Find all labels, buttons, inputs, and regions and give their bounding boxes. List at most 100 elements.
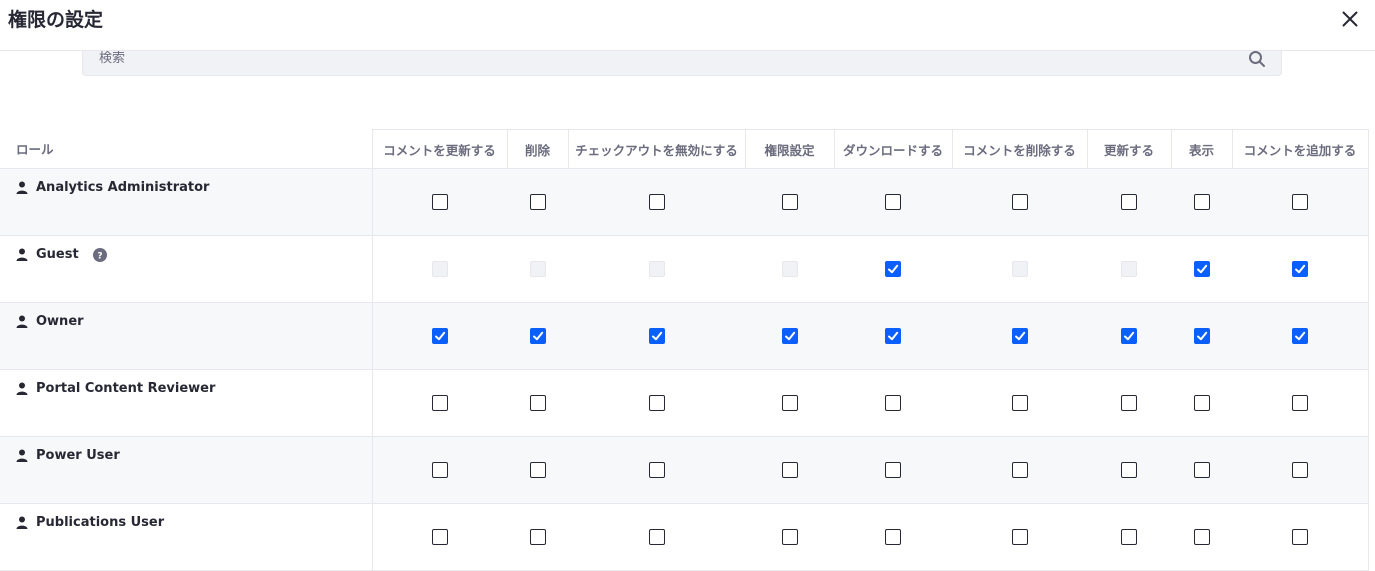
- permission-checkbox[interactable]: [1291, 529, 1308, 545]
- permission-cell: [1232, 168, 1369, 236]
- permission-cell: [507, 235, 568, 303]
- permission-checkbox[interactable]: [1291, 328, 1308, 344]
- permission-checkbox[interactable]: [781, 395, 798, 411]
- permission-column-header: ダウンロードする: [833, 129, 952, 169]
- permission-checkbox[interactable]: [648, 529, 665, 545]
- permission-cell: [372, 436, 507, 504]
- permission-cell: [834, 436, 952, 504]
- permission-checkbox[interactable]: [885, 529, 901, 545]
- permission-checkbox[interactable]: [529, 194, 546, 210]
- permission-cell: [834, 369, 952, 437]
- permission-checkbox[interactable]: [648, 328, 665, 344]
- permission-checkbox[interactable]: [1291, 194, 1308, 210]
- permission-cell: [1232, 369, 1369, 437]
- permission-checkbox[interactable]: [885, 328, 901, 344]
- permission-checkbox[interactable]: [431, 395, 448, 411]
- close-button[interactable]: [1339, 8, 1361, 30]
- permission-checkbox[interactable]: [529, 462, 546, 478]
- permission-cell: [568, 436, 745, 504]
- permission-cell: [372, 369, 507, 437]
- permission-checkbox[interactable]: [781, 529, 798, 545]
- permission-checkbox[interactable]: [648, 462, 665, 478]
- permission-column-header: 削除: [506, 129, 568, 169]
- permission-cell: [507, 436, 568, 504]
- check-icon: [1196, 331, 1207, 341]
- check-icon: [784, 331, 795, 341]
- user-icon: [16, 315, 28, 329]
- permission-cell: [1232, 302, 1369, 370]
- permission-checkbox[interactable]: [781, 328, 798, 344]
- role-name: Owner: [36, 314, 84, 329]
- permission-checkbox[interactable]: [1291, 395, 1308, 411]
- table-row: Owner: [0, 302, 1369, 370]
- role-cell: Analytics Administrator: [0, 168, 373, 236]
- permission-checkbox[interactable]: [1121, 529, 1137, 545]
- table-row: Portal Content Reviewer: [0, 369, 1369, 437]
- permission-cell: [745, 369, 834, 437]
- permission-cell: [1171, 436, 1232, 504]
- permission-cell: [834, 235, 952, 303]
- permission-checkbox: [529, 261, 546, 277]
- permission-checkbox[interactable]: [431, 529, 448, 545]
- table-header-row: ロール コメントを更新する 削除 チェックアウトを無効にする 権限設定 ダウンロードする…: [0, 129, 1369, 169]
- permission-cell: [372, 168, 507, 236]
- role-name: Publications User: [36, 515, 165, 530]
- role-name: Portal Content Reviewer: [36, 381, 216, 396]
- permission-checkbox[interactable]: [1011, 328, 1028, 344]
- permission-checkbox[interactable]: [1193, 328, 1210, 344]
- table-row: Analytics Administrator: [0, 168, 1369, 236]
- role-name: Analytics Administrator: [36, 180, 210, 195]
- permission-checkbox[interactable]: [1121, 328, 1137, 344]
- permission-cell: [745, 235, 834, 303]
- permission-checkbox[interactable]: [1193, 194, 1210, 210]
- permission-checkbox[interactable]: [431, 328, 448, 344]
- permission-checkbox[interactable]: [431, 194, 448, 210]
- permission-checkbox[interactable]: [885, 194, 901, 210]
- permission-checkbox: [1011, 261, 1028, 277]
- permission-checkbox[interactable]: [885, 261, 901, 277]
- permission-cell: [745, 168, 834, 236]
- permission-checkbox[interactable]: [1193, 529, 1210, 545]
- permission-checkbox[interactable]: [648, 194, 665, 210]
- permission-cell: [568, 235, 745, 303]
- permission-checkbox[interactable]: [648, 395, 665, 411]
- permission-checkbox[interactable]: [1193, 462, 1210, 478]
- permission-cell: [1087, 436, 1171, 504]
- permission-checkbox[interactable]: [1121, 194, 1137, 210]
- table-row: Power User: [0, 436, 1369, 504]
- search-button[interactable]: [1247, 49, 1267, 69]
- role-label: Owner: [16, 314, 372, 329]
- permission-checkbox[interactable]: [781, 462, 798, 478]
- permission-checkbox[interactable]: [1011, 395, 1028, 411]
- permission-checkbox[interactable]: [885, 462, 901, 478]
- role-cell: Owner: [0, 302, 373, 370]
- permission-cell: [952, 302, 1087, 370]
- check-icon: [1014, 331, 1025, 341]
- permission-cell: [1087, 302, 1171, 370]
- user-icon: [16, 449, 28, 463]
- check-icon: [651, 331, 662, 341]
- permission-checkbox[interactable]: [529, 328, 546, 344]
- permission-checkbox[interactable]: [1011, 194, 1028, 210]
- permission-checkbox[interactable]: [1011, 462, 1028, 478]
- permission-cell: [507, 302, 568, 370]
- permission-checkbox[interactable]: [1121, 462, 1137, 478]
- permission-checkbox[interactable]: [1193, 261, 1210, 277]
- permission-checkbox[interactable]: [1291, 462, 1308, 478]
- permission-checkbox[interactable]: [529, 395, 546, 411]
- permission-column-header: 更新する: [1086, 129, 1171, 169]
- permission-checkbox[interactable]: [1121, 395, 1137, 411]
- question-circle-icon[interactable]: ?: [92, 247, 107, 262]
- permission-checkbox[interactable]: [529, 529, 546, 545]
- permission-checkbox[interactable]: [431, 462, 448, 478]
- permission-checkbox[interactable]: [1193, 395, 1210, 411]
- permission-checkbox[interactable]: [885, 395, 901, 411]
- permission-checkbox[interactable]: [1291, 261, 1308, 277]
- permission-cell: [745, 302, 834, 370]
- check-icon: [1294, 331, 1305, 341]
- user-icon: [16, 248, 28, 262]
- permission-checkbox[interactable]: [781, 194, 798, 210]
- role-label: Guest?: [16, 247, 372, 262]
- permission-cell: [1171, 302, 1232, 370]
- permission-checkbox[interactable]: [1011, 529, 1028, 545]
